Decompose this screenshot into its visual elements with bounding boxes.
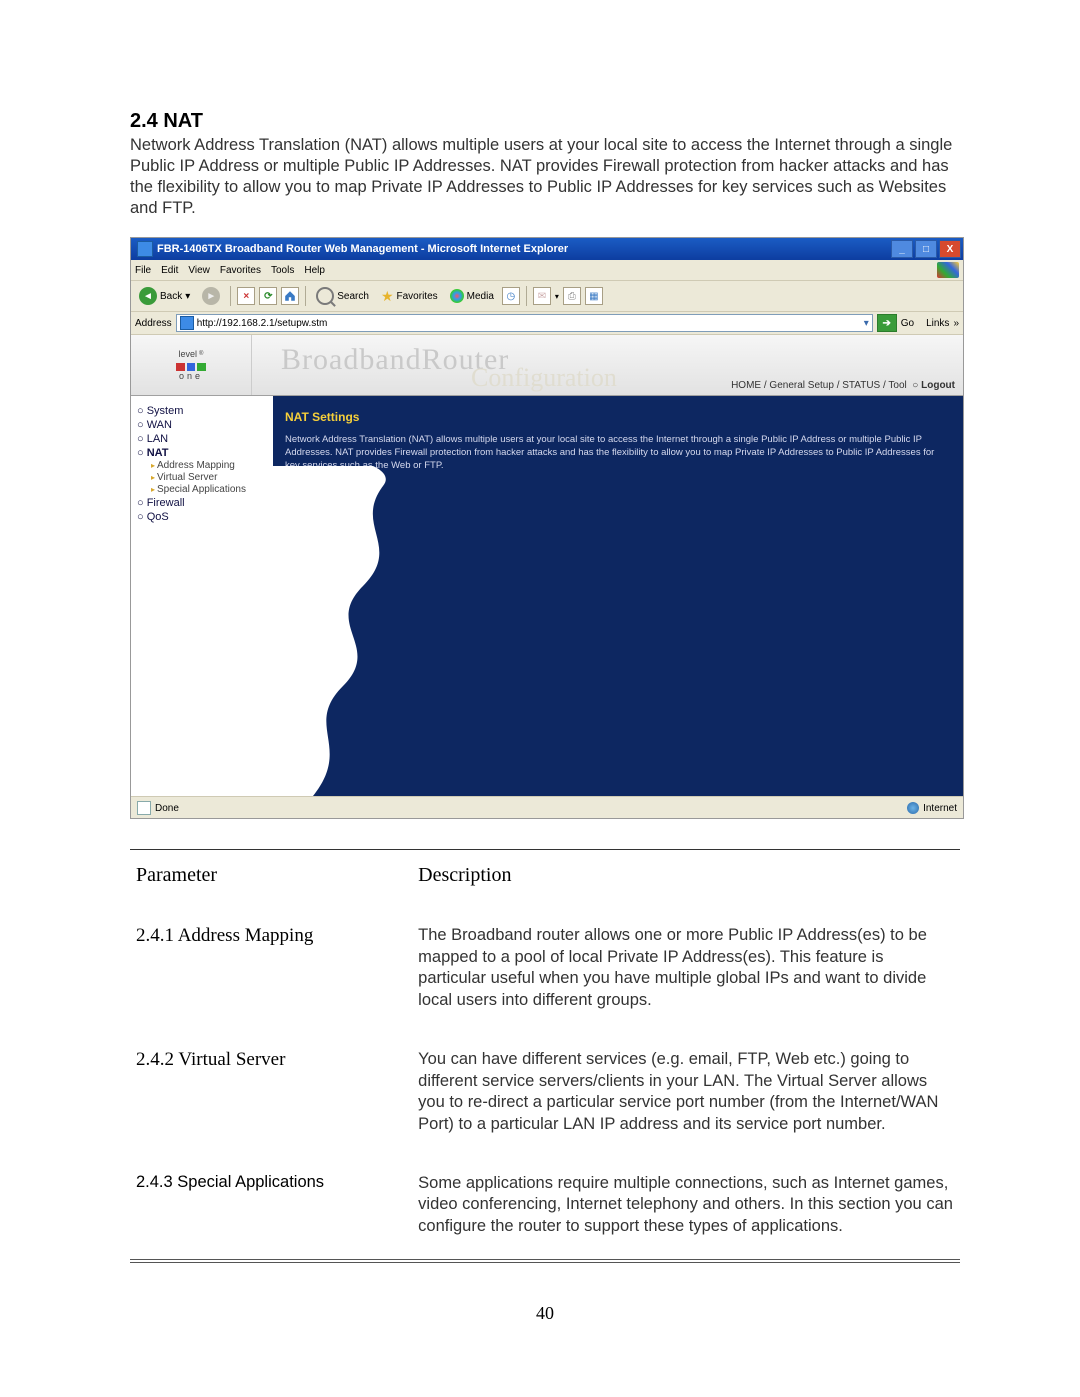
toolbar: ◄ Back ▾ ► × ⟳ Search ★ Favorites [131, 281, 963, 312]
toolbar-separator [305, 286, 306, 306]
internet-zone-icon [907, 802, 919, 814]
minimize-button[interactable]: _ [891, 240, 913, 258]
row-desc-special-apps: Some applications require multiple conne… [414, 1167, 958, 1243]
chevron-down-icon: ▾ [185, 291, 190, 302]
row-param-special-apps: 2.4.3 Special Applications [132, 1167, 412, 1243]
history-button[interactable]: ◷ [502, 287, 520, 305]
page-icon [180, 316, 194, 330]
links-label[interactable]: Links [926, 318, 949, 329]
forward-button[interactable]: ► [198, 285, 224, 307]
menu-help[interactable]: Help [304, 265, 325, 276]
home-icon [284, 290, 296, 302]
toolbar-separator [526, 286, 527, 306]
windows-flag-icon [937, 262, 959, 278]
back-button[interactable]: ◄ Back ▾ [135, 285, 194, 307]
sidebar-item-qos[interactable]: ○ QoS [137, 510, 267, 524]
logo-top-text: level [179, 349, 198, 359]
mail-button[interactable]: ✉ [533, 287, 551, 305]
section-intro: Network Address Translation (NAT) allows… [130, 135, 960, 219]
table-top-rule [130, 849, 960, 850]
maximize-button[interactable]: □ [915, 240, 937, 258]
close-button[interactable]: X [939, 240, 961, 258]
address-input[interactable]: http://192.168.2.1/setupw.stm ▾ [176, 314, 873, 332]
row-param-virtual-server: 2.4.2 Virtual Server [132, 1043, 412, 1141]
menu-edit[interactable]: Edit [161, 265, 178, 276]
menu-file[interactable]: File [135, 265, 151, 276]
chevron-down-icon: ▾ [864, 318, 869, 329]
edit-button[interactable]: ▦ [585, 287, 603, 305]
sidebar-item-system[interactable]: ○ System [137, 404, 267, 418]
nav-logout[interactable]: Logout [921, 380, 955, 391]
media-label: Media [467, 291, 494, 302]
chevron-down-icon: ▾ [555, 292, 559, 301]
sidebar: ○ System ○ WAN ○ LAN ○ NAT ▸Address Mapp… [131, 396, 273, 796]
search-label: Search [337, 291, 369, 302]
nav-status[interactable]: STATUS [842, 380, 880, 391]
router-subtitle: Configuration [471, 363, 617, 393]
back-label: Back [160, 291, 182, 302]
home-button[interactable] [281, 287, 299, 305]
ie-window: FBR-1406TX Broadband Router Web Manageme… [130, 237, 964, 819]
ie-icon [137, 241, 153, 257]
sidebar-item-nat[interactable]: ○ NAT [137, 446, 267, 460]
menu-tools[interactable]: Tools [271, 265, 294, 276]
row-desc-virtual-server: You can have different services (e.g. em… [414, 1043, 958, 1141]
address-bar: Address http://192.168.2.1/setupw.stm ▾ … [131, 312, 963, 335]
menu-view[interactable]: View [188, 265, 210, 276]
stop-button[interactable]: × [237, 287, 255, 305]
forward-arrow-icon: ► [202, 287, 220, 305]
window-title: FBR-1406TX Broadband Router Web Manageme… [157, 243, 889, 255]
col-description: Description [414, 858, 958, 893]
done-icon [137, 801, 151, 815]
table-bottom-rule [130, 1259, 960, 1263]
nav-home[interactable]: HOME [731, 380, 761, 391]
favorites-button[interactable]: ★ Favorites [377, 286, 442, 307]
sidebar-sub-address-mapping[interactable]: ▸Address Mapping [137, 460, 267, 472]
chevron-right-icon: » [953, 318, 959, 329]
sidebar-item-firewall[interactable]: ○ Firewall [137, 496, 267, 510]
router-header: level® one BroadbandRouter Configuration… [131, 335, 963, 396]
address-label: Address [135, 318, 172, 329]
section-heading: 2.4 NAT [130, 110, 960, 133]
status-zone: Internet [923, 803, 957, 814]
back-arrow-icon: ◄ [139, 287, 157, 305]
panel-body-text: Network Address Translation (NAT) allows… [285, 434, 951, 472]
go-label: Go [901, 318, 914, 329]
refresh-button[interactable]: ⟳ [259, 287, 277, 305]
col-parameter: Parameter [132, 858, 412, 893]
search-icon [316, 287, 334, 305]
media-icon [450, 289, 464, 303]
brand-logo: level® one [131, 335, 252, 395]
menubar: File Edit View Favorites Tools Help [131, 260, 963, 281]
status-bar: Done Internet [131, 796, 963, 819]
address-url-text: http://192.168.2.1/setupw.stm [197, 318, 328, 329]
page-number: 40 [130, 1303, 960, 1324]
media-button[interactable]: Media [446, 287, 498, 305]
parameter-table: Parameter Description 2.4.1 Address Mapp… [130, 856, 960, 1245]
sidebar-item-wan[interactable]: ○ WAN [137, 418, 267, 432]
sidebar-sub-virtual-server[interactable]: ▸Virtual Server [137, 472, 267, 484]
toolbar-separator [230, 286, 231, 306]
sidebar-sub-special-apps[interactable]: ▸Special Applications [137, 484, 267, 496]
go-button[interactable]: ➔ [877, 314, 897, 332]
nav-tool[interactable]: Tool [888, 380, 906, 391]
print-button[interactable]: ⎙ [563, 287, 581, 305]
row-param-address-mapping: 2.4.1 Address Mapping [132, 919, 412, 1017]
star-icon: ★ [381, 288, 394, 305]
wave-decoration [273, 466, 433, 796]
row-desc-address-mapping: The Broadband router allows one or more … [414, 919, 958, 1017]
search-button[interactable]: Search [312, 285, 373, 307]
status-done: Done [155, 803, 179, 814]
window-titlebar: FBR-1406TX Broadband Router Web Manageme… [131, 238, 963, 260]
router-top-nav: HOME / General Setup / STATUS / Tool ○ L… [731, 380, 955, 391]
logo-bottom-text: one [179, 371, 203, 381]
sidebar-item-lan[interactable]: ○ LAN [137, 432, 267, 446]
panel-heading: NAT Settings [285, 410, 951, 424]
main-panel: NAT Settings Network Address Translation… [273, 396, 963, 796]
nav-general-setup[interactable]: General Setup [769, 380, 834, 391]
menu-favorites[interactable]: Favorites [220, 265, 261, 276]
router-body: ○ System ○ WAN ○ LAN ○ NAT ▸Address Mapp… [131, 396, 963, 796]
favorites-label: Favorites [397, 291, 438, 302]
